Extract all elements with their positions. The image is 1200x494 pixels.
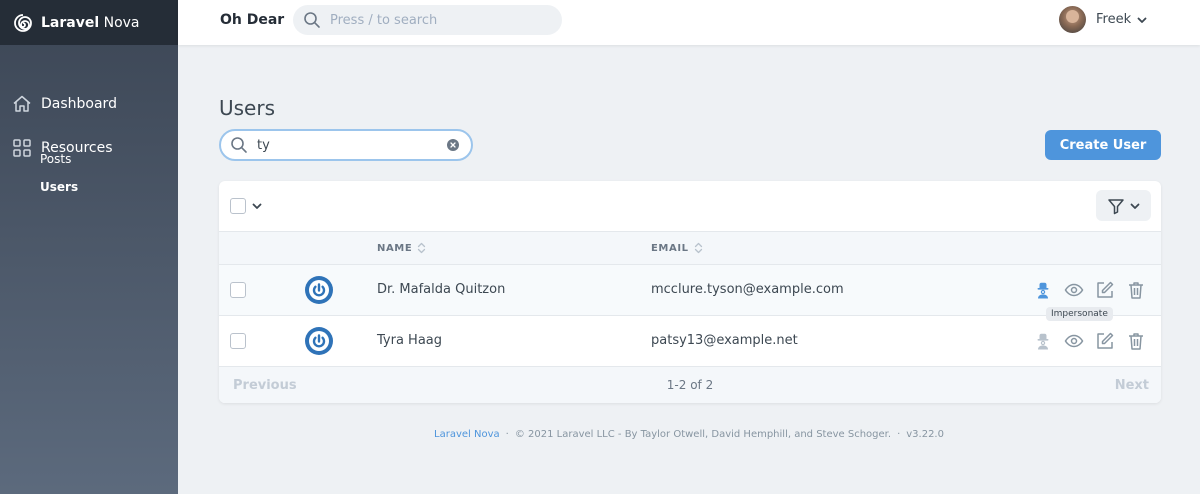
row-email: mcclure.tyson@example.com [651, 282, 844, 297]
chevron-down-icon[interactable] [251, 200, 263, 212]
brand-title: Laravel Nova [41, 14, 140, 31]
edit-icon[interactable] [1095, 331, 1115, 351]
brand[interactable]: Laravel Nova [0, 0, 178, 45]
nova-logo-icon [12, 12, 34, 34]
row-checkbox[interactable] [230, 333, 246, 349]
sort-icon [694, 242, 703, 254]
delete-icon[interactable] [1126, 280, 1146, 300]
global-search-input[interactable] [330, 12, 540, 28]
app-name: Oh Dear [220, 12, 285, 28]
column-header-email[interactable]: EMAIL [651, 242, 703, 254]
copyright-text: © 2021 Laravel LLC - By Taylor Otwell, D… [514, 429, 892, 440]
power-avatar-icon [305, 327, 333, 355]
impersonate-tooltip: Impersonate [1046, 307, 1113, 321]
separator: · [897, 429, 901, 440]
user-menu[interactable]: Freek [1059, 6, 1148, 33]
pagination: Previous 1-2 of 2 Next [219, 367, 1161, 403]
nova-link[interactable]: Laravel Nova [434, 429, 500, 440]
home-icon [12, 94, 32, 114]
top-header: Oh Dear Freek [178, 0, 1200, 45]
view-icon[interactable] [1064, 280, 1084, 300]
impersonate-icon[interactable] [1033, 280, 1053, 300]
column-label: EMAIL [651, 242, 689, 254]
column-header-name[interactable]: NAME [377, 242, 426, 254]
delete-icon[interactable] [1126, 331, 1146, 351]
impersonate-icon[interactable] [1033, 331, 1053, 351]
sidebar-item-dashboard[interactable]: Dashboard [0, 93, 117, 115]
edit-icon[interactable] [1095, 280, 1115, 300]
clear-search-icon[interactable] [447, 139, 459, 151]
filter-button[interactable] [1096, 190, 1151, 221]
page-title: Users [219, 96, 276, 120]
chevron-down-icon [1129, 200, 1141, 212]
sidebar-item-label: Dashboard [41, 96, 117, 112]
select-all-dropdown[interactable] [230, 198, 263, 214]
create-user-button[interactable]: Create User [1045, 130, 1161, 160]
table-row[interactable]: Dr. Mafalda Quitzon mcclure.tyson@exampl… [219, 265, 1161, 316]
resource-table-card: NAME EMAIL Dr. Mafalda Quitzon mcclure.t… [219, 181, 1161, 403]
version-text: v3.22.0 [906, 429, 944, 440]
chevron-down-icon [1136, 14, 1148, 26]
select-all-checkbox[interactable] [230, 198, 246, 214]
next-page-button[interactable]: Next [1115, 378, 1149, 393]
search-icon [303, 11, 321, 29]
row-checkbox[interactable] [230, 282, 246, 298]
pagination-info: 1-2 of 2 [666, 378, 714, 392]
view-icon[interactable] [1064, 331, 1084, 351]
sort-icon [417, 242, 426, 254]
avatar [1059, 6, 1086, 33]
sidebar-item-users[interactable]: Users [40, 180, 78, 194]
row-name: Tyra Haag [377, 333, 443, 348]
power-avatar-icon [305, 276, 333, 304]
column-label: NAME [377, 242, 413, 254]
row-actions [1033, 280, 1157, 300]
grid-icon [12, 138, 32, 158]
separator: · [505, 429, 509, 440]
search-icon [230, 136, 248, 154]
table-toolbar [219, 181, 1161, 231]
filter-icon [1107, 197, 1125, 215]
user-name: Freek [1096, 12, 1132, 27]
sidebar: Laravel Nova Dashboard Resources Posts U… [0, 0, 178, 494]
sidebar-item-posts[interactable]: Posts [40, 152, 71, 166]
row-name: Dr. Mafalda Quitzon [377, 282, 506, 297]
resource-search-input[interactable] [257, 137, 437, 153]
global-search[interactable] [293, 5, 562, 35]
site-footer: Laravel Nova · © 2021 Laravel LLC - By Tay… [178, 429, 1200, 440]
row-email: patsy13@example.net [651, 333, 798, 348]
table-row[interactable]: Tyra Haag patsy13@example.net [219, 316, 1161, 367]
row-actions [1033, 331, 1157, 351]
resource-search[interactable] [219, 129, 473, 161]
table-header: NAME EMAIL [219, 231, 1161, 265]
